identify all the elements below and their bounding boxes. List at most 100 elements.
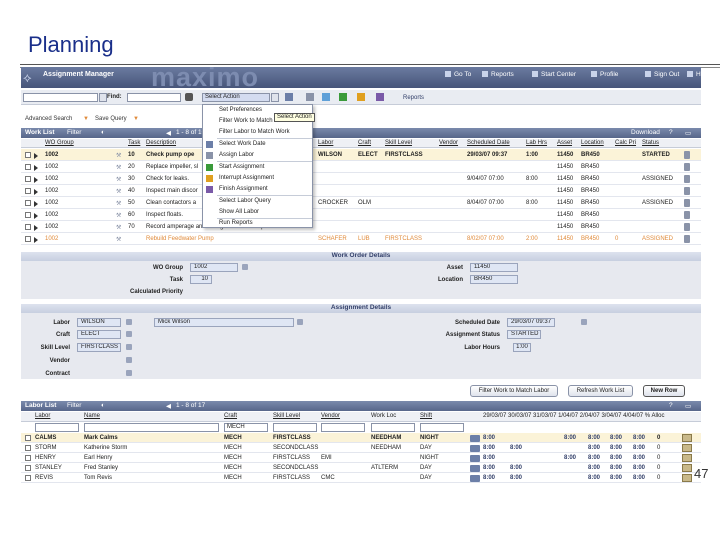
row-expand-icon[interactable] xyxy=(34,177,38,183)
assign-icon[interactable] xyxy=(357,93,365,101)
action-chevron-down-icon[interactable] xyxy=(271,93,279,102)
filter-labor-input[interactable] xyxy=(35,423,79,432)
select-action-dropdown[interactable]: Select Action xyxy=(202,93,270,102)
wrench-icon[interactable]: ⚒ xyxy=(116,236,121,243)
nav-profile[interactable]: Profile xyxy=(591,71,618,78)
row-expand-icon[interactable] xyxy=(34,153,38,159)
col-description[interactable]: Description xyxy=(146,140,176,146)
col-vendor[interactable]: Vendor xyxy=(439,140,458,146)
table-row[interactable]: ⚒ 1002 30 Check for leaks. 9/04/07 07:00 8:00… xyxy=(21,173,701,185)
labor-hours-field[interactable]: 1:00 xyxy=(513,343,531,352)
labor-name-detail-icon[interactable] xyxy=(297,319,303,325)
edit-icon[interactable] xyxy=(682,434,692,442)
table-row[interactable]: ⚒ 1002 10 Check pump ope WILSON ELECT FIRSTCLA… xyxy=(21,149,701,161)
table-row[interactable]: STORM Katherine Storm MECH SECONDCLASS NEEDH… xyxy=(21,443,701,453)
work-list-filter-link[interactable]: Filter xyxy=(67,129,81,136)
delete-row-icon[interactable] xyxy=(684,175,690,183)
delete-row-icon[interactable] xyxy=(684,163,690,171)
wrench-icon[interactable]: ⚒ xyxy=(116,200,121,207)
labor-field[interactable]: WILSON xyxy=(77,318,121,327)
new-row-button[interactable]: New Row xyxy=(643,385,685,397)
col-status[interactable]: Status xyxy=(642,140,659,146)
find-input[interactable] xyxy=(127,93,181,102)
col-labor[interactable]: Labor xyxy=(35,413,50,419)
work-list-help-icon[interactable]: ? xyxy=(669,129,673,136)
table-view-icon[interactable] xyxy=(306,93,314,101)
calendar-icon[interactable] xyxy=(581,319,587,325)
row-checkbox[interactable] xyxy=(25,435,31,441)
col-calc-pri[interactable]: Calc Pri xyxy=(615,140,636,146)
col-asset[interactable]: Asset xyxy=(557,140,572,146)
col-craft[interactable]: Craft xyxy=(358,140,371,146)
table-row[interactable]: ⚒ 1002 20 Replace impeller, sl 11450 BR450 xyxy=(21,161,701,173)
col-labor[interactable]: Labor xyxy=(318,140,333,146)
row-checkbox[interactable] xyxy=(25,212,31,218)
assignment-status-field[interactable]: STARTED xyxy=(507,330,541,339)
work-list-binoculars-icon[interactable]: ◐ xyxy=(101,129,105,136)
binoculars-icon[interactable] xyxy=(185,93,193,101)
row-expand-icon[interactable] xyxy=(34,237,38,243)
filter-icon[interactable] xyxy=(322,93,330,101)
delete-row-icon[interactable] xyxy=(684,223,690,231)
wrench-icon[interactable]: ⚒ xyxy=(116,152,121,159)
advanced-search-link[interactable]: Advanced Search xyxy=(25,116,72,122)
skill-level-lookup-icon[interactable] xyxy=(126,344,132,350)
row-expand-icon[interactable] xyxy=(34,201,38,207)
nav-start-center[interactable]: Start Center xyxy=(532,71,576,78)
row-expand-icon[interactable] xyxy=(34,225,38,231)
menu-select-work-date[interactable]: Select Work Date xyxy=(203,139,313,150)
table-row[interactable]: ⚒ 1002 40 Inspect main discor 11450 BR450 xyxy=(21,185,701,197)
col-location[interactable]: Location xyxy=(581,140,604,146)
col-scheduled-date[interactable]: Scheduled Date xyxy=(467,140,510,146)
filter-vendor-input[interactable] xyxy=(321,423,365,432)
row-checkbox[interactable] xyxy=(25,200,31,206)
table-row[interactable]: REVIS Tom Revis MECH FIRSTCLASS CMC DAY 8:00 8:… xyxy=(21,473,701,483)
col-work-loc[interactable]: Work Loc xyxy=(371,413,396,419)
labor-list-prev-icon[interactable]: ◀ xyxy=(166,402,171,410)
row-checkbox[interactable] xyxy=(25,188,31,194)
chevron-down-icon[interactable] xyxy=(99,93,107,102)
delete-row-icon[interactable] xyxy=(684,151,690,159)
col-skill-level[interactable]: Skill Level xyxy=(273,413,300,419)
advanced-search-chevron-icon[interactable]: ▼ xyxy=(83,116,89,122)
craft-lookup-icon[interactable] xyxy=(126,331,132,337)
wrench-icon[interactable]: ⚒ xyxy=(116,224,121,231)
filter-craft-input[interactable]: MECH xyxy=(224,423,268,432)
work-list-collapse-icon[interactable]: ▭ xyxy=(685,129,691,137)
vendor-lookup-icon[interactable] xyxy=(126,357,132,363)
delete-row-icon[interactable] xyxy=(684,187,690,195)
magnifier-icon[interactable] xyxy=(470,455,480,462)
asset-field[interactable]: 11450 xyxy=(470,263,518,272)
col-task[interactable]: Task xyxy=(128,140,140,146)
edit-icon[interactable] xyxy=(682,444,692,452)
reports-link[interactable]: Reports xyxy=(403,95,424,101)
wrench-icon[interactable]: ⚒ xyxy=(116,164,121,171)
col-wo-group[interactable]: WO Group xyxy=(45,140,74,146)
menu-filter-labor-to-match-work[interactable]: Filter Labor to Match Work xyxy=(203,127,313,138)
contract-lookup-icon[interactable] xyxy=(126,370,132,376)
delete-row-icon[interactable] xyxy=(684,211,690,219)
labor-list-help-icon[interactable]: ? xyxy=(669,402,673,409)
menu-assign-labor[interactable]: Assign Labor xyxy=(203,150,313,161)
craft-field[interactable]: ELECT xyxy=(77,330,121,339)
nav-go-to[interactable]: Go To xyxy=(445,71,471,78)
labor-list-binoculars-icon[interactable]: ◐ xyxy=(101,402,105,409)
wrench-icon[interactable]: ⚒ xyxy=(116,188,121,195)
work-list-prev-icon[interactable]: ◀ xyxy=(166,129,171,137)
table-row[interactable]: ⚒ 1002 50 Clean contactors a CROCKER OLM 8/04/… xyxy=(21,197,701,209)
col-craft[interactable]: Craft xyxy=(224,413,237,419)
row-checkbox[interactable] xyxy=(25,445,31,451)
wo-group-field[interactable]: 1002 xyxy=(190,263,238,272)
magnifier-icon[interactable] xyxy=(470,465,480,472)
row-checkbox[interactable] xyxy=(25,236,31,242)
row-checkbox[interactable] xyxy=(25,465,31,471)
row-checkbox[interactable] xyxy=(25,164,31,170)
save-query-link[interactable]: Save Query xyxy=(95,116,127,122)
delete-row-icon[interactable] xyxy=(684,199,690,207)
menu-show-all-labor[interactable]: Show All Labor xyxy=(203,207,313,218)
scheduled-date-field[interactable]: 29/03/07 09:37 xyxy=(507,318,555,327)
col-skill-level[interactable]: Skill Level xyxy=(385,140,412,146)
wo-group-detail-icon[interactable] xyxy=(242,264,248,270)
filter-work-to-match-labor-button[interactable]: Filter Work to Match Labor xyxy=(470,385,558,397)
flag-icon[interactable] xyxy=(339,93,347,101)
